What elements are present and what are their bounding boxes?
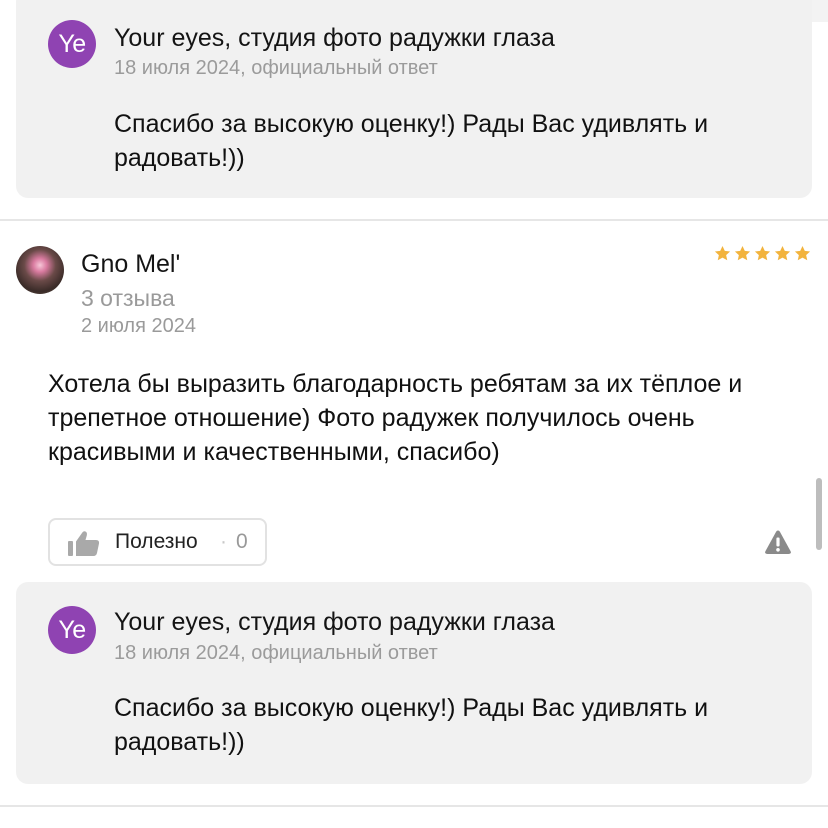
rating-stars (713, 244, 812, 263)
divider (0, 805, 828, 807)
review-date: 2 июля 2024 (81, 315, 196, 337)
warning-icon[interactable] (764, 529, 792, 555)
org-avatar[interactable]: Ye (48, 20, 96, 68)
reply-text: Спасибо за высокую оценку!) Рады Вас уди… (114, 110, 709, 172)
divider (0, 219, 828, 221)
useful-button[interactable]: Полезно · 0 (48, 518, 267, 566)
official-reply-top: Ye Your eyes, студия фото радужки глаза … (16, 0, 812, 198)
useful-separator: · (220, 530, 227, 553)
author-avatar[interactable] (16, 246, 64, 294)
thumbs-up-icon (68, 531, 100, 556)
review-text: Хотела бы выразить благодарность ребятам… (48, 370, 743, 466)
star-icon (754, 245, 771, 261)
star-icon (714, 245, 731, 261)
org-avatar[interactable]: Ye (48, 606, 96, 654)
org-name[interactable]: Your eyes, студия фото радужки глаза (114, 608, 555, 637)
official-reply: Ye Your eyes, студия фото радужки глаза … (16, 582, 812, 784)
reply-meta: 18 июля 2024, официальный ответ (114, 642, 438, 664)
star-icon (794, 245, 811, 261)
scrollbar[interactable] (816, 478, 822, 550)
useful-count: 0 (236, 530, 248, 553)
star-icon (774, 245, 791, 261)
org-name[interactable]: Your eyes, студия фото радужки глаза (114, 24, 555, 53)
star-icon (734, 245, 751, 261)
useful-label: Полезно (115, 530, 198, 553)
reply-meta: 18 июля 2024, официальный ответ (114, 57, 438, 79)
author-review-count: 3 отзыва (81, 285, 175, 311)
author-name[interactable]: Gno Mel' (81, 250, 180, 279)
reply-text: Спасибо за высокую оценку!) Рады Вас уди… (114, 694, 709, 756)
